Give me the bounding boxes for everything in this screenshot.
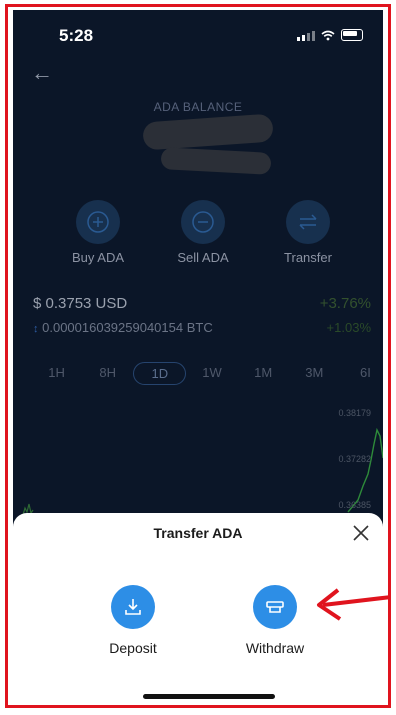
red-annotation-arrow xyxy=(317,588,388,621)
annotation-frame: 5:28 ← ADA BALANCE Buy ADA Sell ADA Tran… xyxy=(5,4,391,708)
